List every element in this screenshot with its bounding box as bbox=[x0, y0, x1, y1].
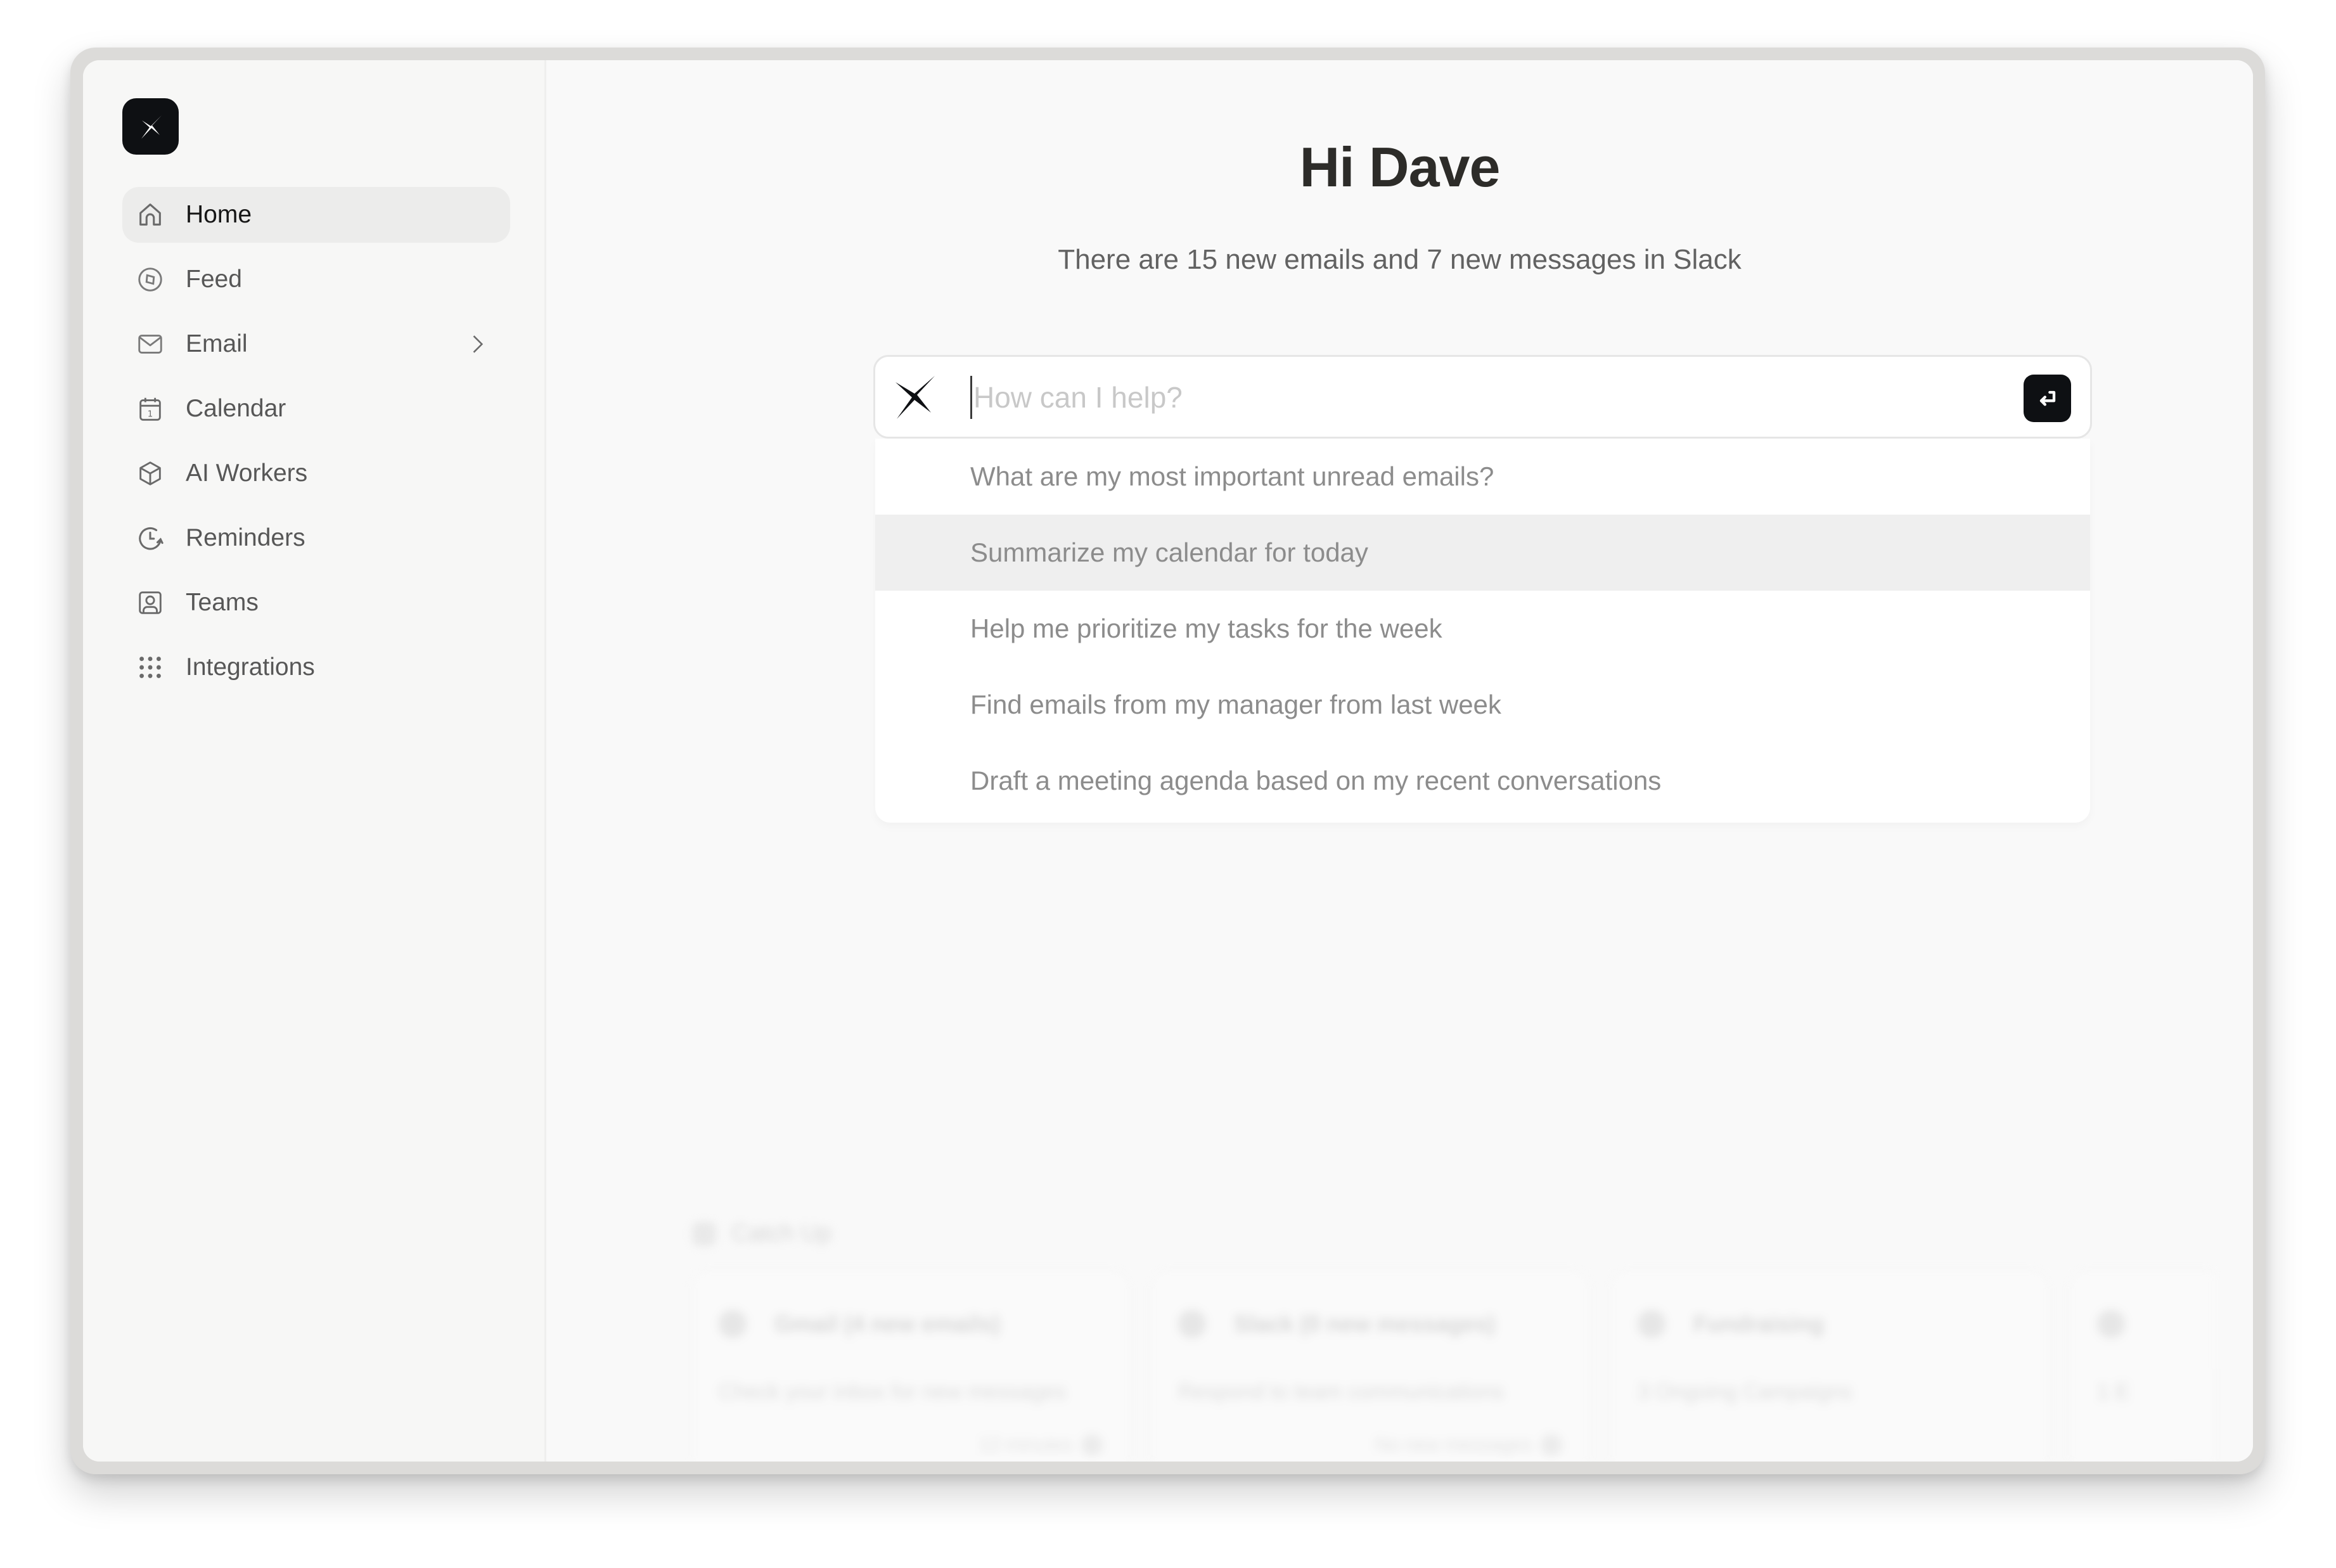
catch-up-section: Catch Up bbox=[692, 1220, 831, 1247]
sidebar-nav: Home Feed Email 1 Calendar AI Workers Re… bbox=[122, 187, 510, 704]
home-icon bbox=[135, 200, 165, 230]
card-title: Slack (0 new messages) bbox=[1234, 1311, 1496, 1337]
card-description: Check your inbox for new messages bbox=[719, 1380, 1067, 1404]
spark-logo-icon bbox=[141, 115, 162, 139]
card-meta: No new messages bbox=[1375, 1434, 1562, 1456]
chevron-right-icon[interactable] bbox=[463, 330, 491, 358]
suggestion-item[interactable]: Find emails from my manager from last we… bbox=[875, 667, 2090, 743]
card-description: 3 Ongoing Campaigns bbox=[1638, 1380, 1852, 1404]
suggestion-list: What are my most important unread emails… bbox=[875, 439, 2090, 823]
card-description: Respond to team communications bbox=[1178, 1380, 1505, 1404]
suggestion-item[interactable]: Summarize my calendar for today bbox=[875, 515, 2090, 591]
user-square-icon bbox=[135, 588, 165, 618]
sidebar-item-label: Email bbox=[186, 330, 248, 357]
sidebar-item-label: Reminders bbox=[186, 524, 305, 551]
globe-icon bbox=[1638, 1310, 1665, 1338]
info-icon bbox=[1081, 1434, 1103, 1456]
enter-return-icon bbox=[2039, 390, 2055, 406]
catch-up-cards: Gmail (4 new emails) Check your inbox fo… bbox=[679, 1258, 2213, 1462]
sidebar-item-feed[interactable]: Feed bbox=[122, 252, 510, 307]
card-title: Fundraising bbox=[1693, 1311, 1824, 1337]
sidebar-item-label: Home bbox=[186, 201, 252, 228]
catch-up-card-fundraising[interactable]: Fundraising 3 Ongoing Campaigns bbox=[1611, 1271, 2048, 1462]
spark-icon bbox=[895, 376, 935, 419]
app-window: Home Feed Email 1 Calendar AI Workers Re… bbox=[83, 60, 2253, 1462]
catch-up-card-gmail[interactable]: Gmail (4 new emails) Check your inbox fo… bbox=[692, 1271, 1129, 1462]
main-content: Hi Dave There are 15 new emails and 7 ne… bbox=[546, 60, 2253, 1462]
card-description: 1 E bbox=[2097, 1380, 2130, 1404]
sidebar: Home Feed Email 1 Calendar AI Workers Re… bbox=[83, 60, 546, 1462]
sidebar-item-teams[interactable]: Teams bbox=[122, 575, 510, 631]
summary-text: There are 15 new emails and 7 new messag… bbox=[1058, 244, 1742, 275]
card-meta: 12 minutes bbox=[979, 1434, 1103, 1456]
slack-icon bbox=[1178, 1310, 1206, 1338]
mail-icon bbox=[135, 329, 165, 359]
svg-text:1: 1 bbox=[148, 409, 153, 419]
suggestion-item[interactable]: Help me prioritize my tasks for the week bbox=[875, 591, 2090, 667]
sidebar-item-ai-workers[interactable]: AI Workers bbox=[122, 446, 510, 501]
sidebar-item-label: AI Workers bbox=[186, 459, 308, 487]
card-icon bbox=[2097, 1310, 2125, 1338]
sidebar-item-label: Feed bbox=[186, 266, 242, 293]
sidebar-item-label: Calendar bbox=[186, 395, 286, 422]
sidebar-item-home[interactable]: Home bbox=[122, 187, 510, 243]
card-meta-text: No new messages bbox=[1375, 1434, 1532, 1455]
card-title: Gmail (4 new emails) bbox=[774, 1311, 1001, 1337]
sidebar-item-email[interactable]: Email bbox=[122, 316, 510, 372]
sidebar-item-calendar[interactable]: 1 Calendar bbox=[122, 381, 510, 437]
catch-up-card-slack[interactable]: Slack (0 new messages) Respond to team c… bbox=[1152, 1271, 1589, 1462]
app-logo[interactable] bbox=[122, 98, 179, 155]
card-meta-text: 12 minutes bbox=[979, 1434, 1072, 1455]
catch-up-card-partial[interactable]: 1 E bbox=[2070, 1271, 2213, 1462]
compass-icon bbox=[135, 264, 165, 295]
suggestion-item[interactable]: What are my most important unread emails… bbox=[875, 439, 2090, 515]
clock-refresh-icon bbox=[135, 523, 165, 553]
sidebar-item-integrations[interactable]: Integrations bbox=[122, 639, 510, 695]
assistant-composer bbox=[873, 355, 2092, 439]
calendar-icon: 1 bbox=[135, 394, 165, 424]
gmail-icon bbox=[719, 1310, 747, 1338]
page-title: Hi Dave bbox=[1299, 136, 1501, 198]
sidebar-item-reminders[interactable]: Reminders bbox=[122, 510, 510, 566]
grid-dots-icon bbox=[135, 652, 165, 683]
catch-up-icon bbox=[692, 1221, 716, 1246]
send-button[interactable] bbox=[2024, 375, 2071, 422]
sidebar-item-label: Teams bbox=[186, 589, 259, 616]
prompt-input[interactable] bbox=[970, 376, 1963, 419]
info-icon bbox=[1541, 1434, 1562, 1456]
suggestion-item[interactable]: Draft a meeting agenda based on my recen… bbox=[875, 743, 2090, 819]
section-title: Catch Up bbox=[731, 1220, 832, 1247]
sidebar-item-label: Integrations bbox=[186, 653, 315, 681]
cube-icon bbox=[135, 458, 165, 489]
